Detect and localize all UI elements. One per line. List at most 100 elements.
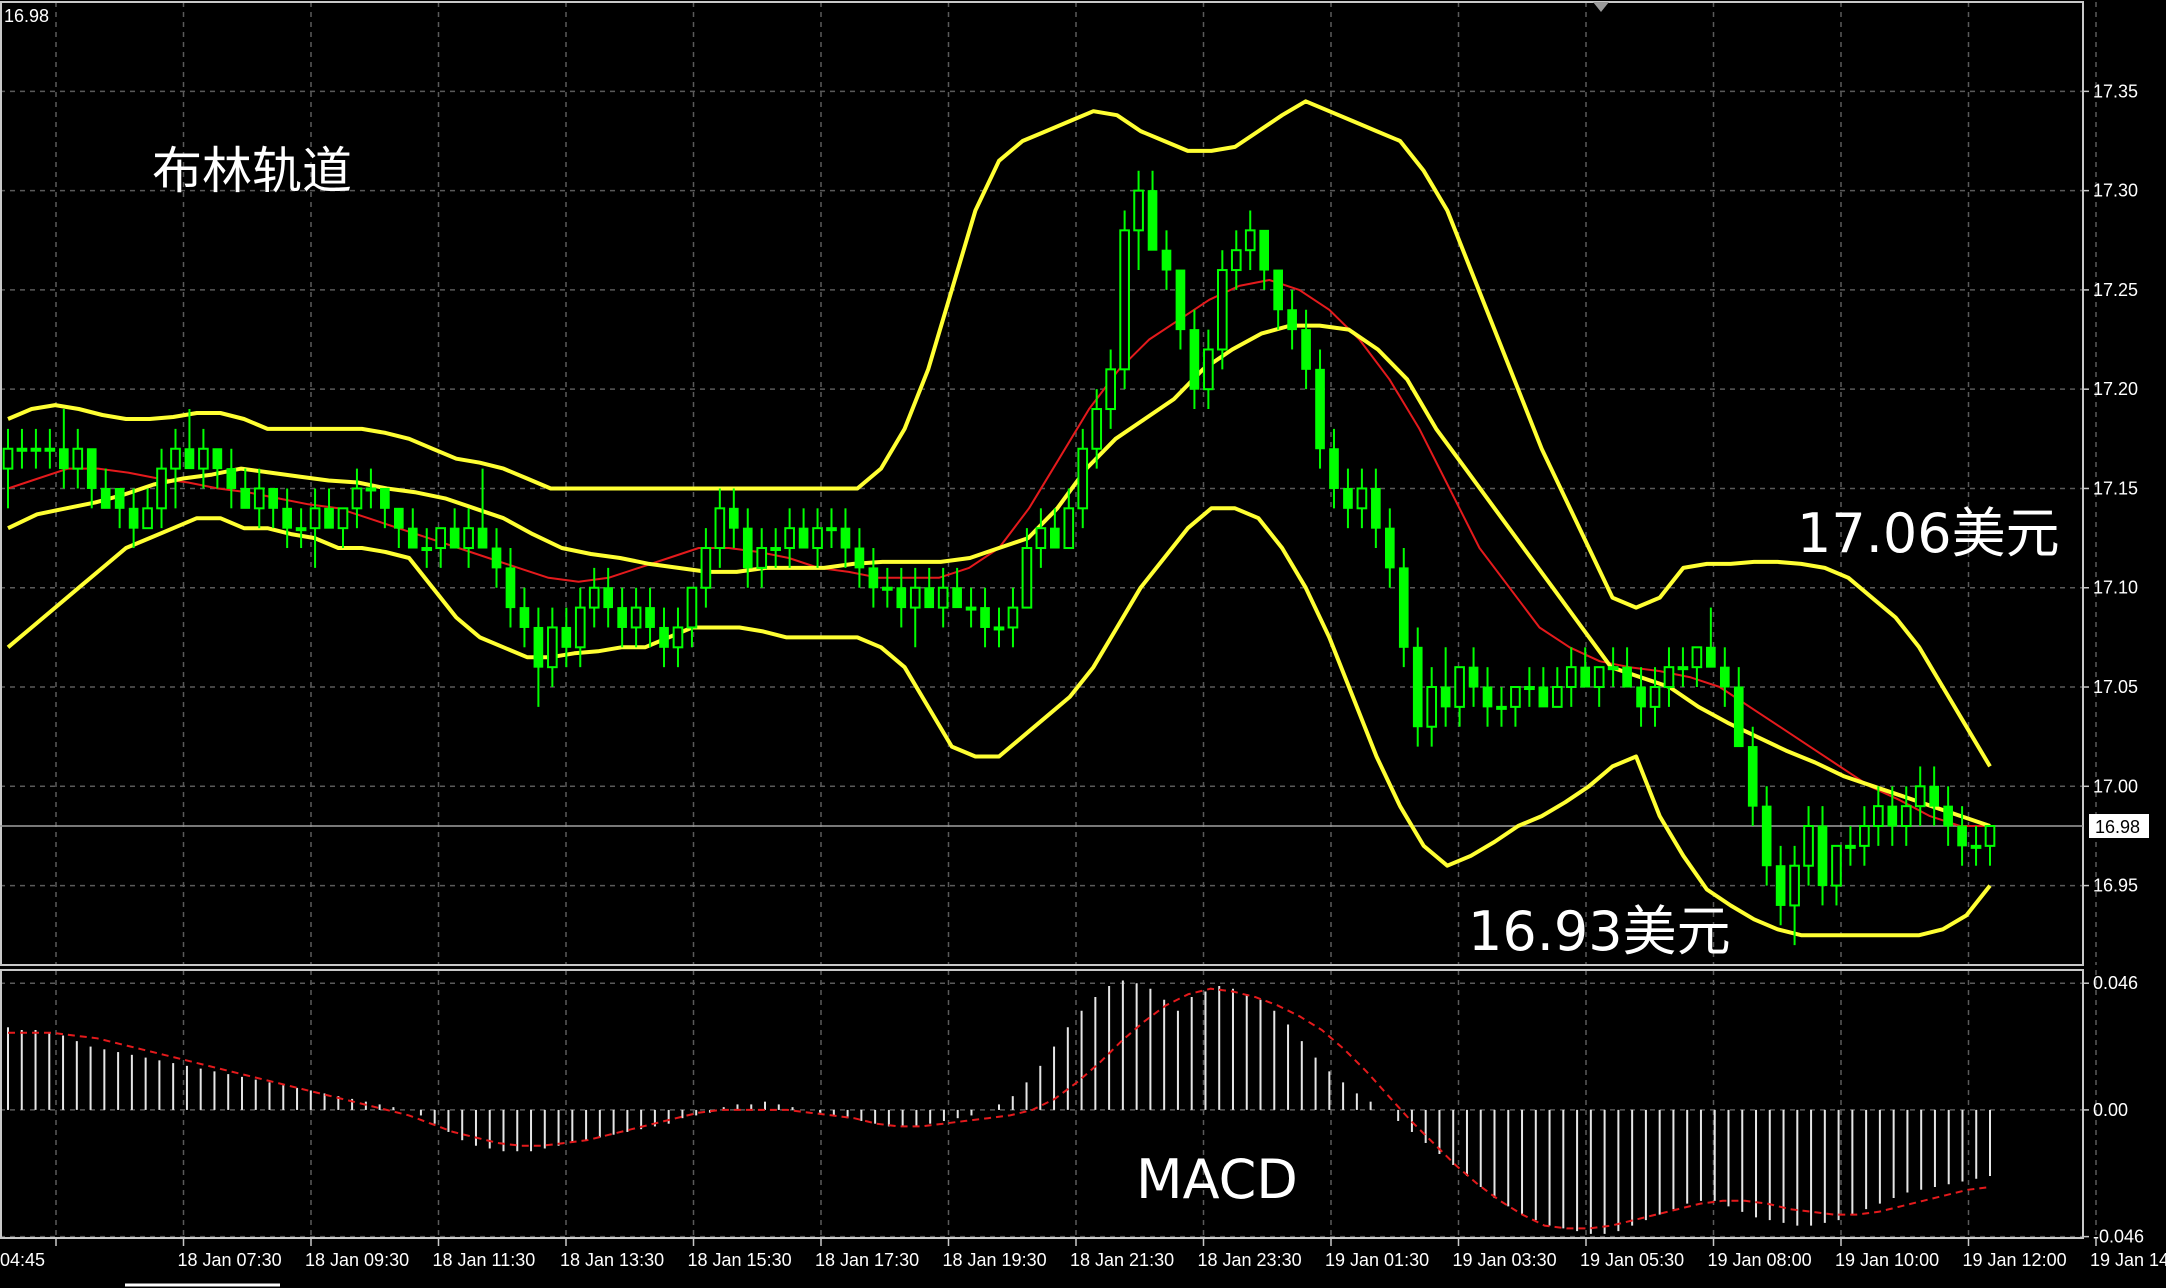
candle-body-bear — [1329, 448, 1339, 489]
candle-body-bear — [1440, 686, 1451, 708]
candle-body-bull — [1900, 805, 1912, 828]
y-tick-label: 17.00 — [2093, 776, 2138, 796]
x-tick-label: 18 Jan 17:30 — [815, 1250, 919, 1270]
current-price-badge-label: 16.98 — [2095, 817, 2140, 837]
candle-body-bull — [1607, 666, 1619, 671]
candle-body-bear — [561, 626, 572, 648]
y-tick-label: 17.15 — [2093, 478, 2138, 498]
candle-body-bull — [1845, 844, 1856, 849]
candle-body-bear — [226, 468, 237, 489]
candle-body-bear — [407, 527, 418, 549]
candle-body-bull — [1203, 348, 1214, 391]
candle-body-bear — [896, 587, 907, 609]
candle-body-bear — [1622, 666, 1632, 688]
candle-body-bull — [337, 507, 349, 530]
x-tick-label: 19 Jan 03:30 — [1453, 1250, 1557, 1270]
candle-body-bull — [365, 487, 377, 492]
y-tick-label: 17.25 — [2093, 280, 2138, 300]
candle-body-bear — [798, 527, 809, 549]
candle-body-bull — [1984, 825, 1996, 847]
candle-body-bear — [1343, 487, 1353, 509]
y-tick-label: 16.95 — [2093, 876, 2138, 896]
candle-body-bull — [463, 527, 474, 550]
x-tick-label: 18 Jan 15:30 — [688, 1250, 792, 1270]
candle-body-bull — [309, 507, 321, 530]
candle-body-bull — [1230, 249, 1242, 272]
macd-y-tick-label: -0.046 — [2093, 1227, 2144, 1247]
macd-y-tick-label: 0.00 — [2093, 1100, 2128, 1120]
candle-body-bear — [1301, 329, 1311, 370]
candle-body-bull — [1551, 686, 1563, 708]
candle-body-bear — [1175, 269, 1186, 331]
candle-body-bear — [1929, 785, 1939, 807]
candle-body-bear — [533, 626, 544, 668]
candle-body-bear — [1943, 805, 1953, 827]
candle-body-bull — [826, 527, 837, 532]
candle-body-bear — [840, 527, 851, 549]
candle-body-bear — [86, 448, 97, 489]
candle-body-bear — [449, 527, 460, 549]
candle-body-bull — [44, 447, 56, 452]
x-tick-label: 04:45 — [0, 1250, 45, 1270]
candle-body-bull — [1970, 844, 1982, 849]
candle-body-bull — [686, 586, 698, 629]
x-tick-label: 18 Jan 21:30 — [1070, 1250, 1174, 1270]
x-tick-label: 19 Jan 01:30 — [1325, 1250, 1429, 1270]
candle-body-bull — [1063, 507, 1075, 550]
candle-body-bull — [1510, 686, 1521, 708]
candle-body-bull — [1105, 368, 1116, 411]
candle-body-bear — [1957, 825, 1967, 847]
candle-body-bear — [1887, 805, 1898, 827]
candle-body-bear — [980, 607, 990, 628]
candle-body-bull — [965, 606, 977, 611]
candle-body-bear — [519, 607, 530, 628]
candle-body-bull — [700, 547, 712, 589]
bollinger-macd-chart: 17.35 17.30 17.25 17.20 17.15 17.10 17.05 17.00… — [0, 0, 2166, 1288]
x-tick-label: 18 Jan 19:30 — [943, 1250, 1047, 1270]
chart-root: 17.35 17.30 17.25 17.20 17.15 17.10 17.05 17.00… — [0, 0, 2166, 1288]
candle-body-bear — [100, 487, 111, 509]
candle-body-bear — [1706, 646, 1716, 668]
candle-body-bear — [1398, 567, 1409, 648]
candle-body-bull — [1496, 705, 1507, 710]
candle-body-bull — [2, 447, 14, 470]
candle-body-bear — [114, 487, 125, 509]
candle-body-bull — [142, 507, 153, 530]
annotation-upper-price: 17.06美元 — [1797, 502, 2060, 565]
y-tick-label: 17.05 — [2093, 677, 2138, 697]
macd-y-tick-label: 0.046 — [2093, 973, 2138, 993]
candle-body-bull — [714, 507, 726, 550]
candle-body-bull — [1663, 666, 1675, 689]
candle-body-bear — [1733, 686, 1744, 748]
candle-body-bull — [574, 606, 586, 649]
candle-body-bear — [240, 487, 251, 509]
candle-body-bull — [937, 586, 949, 609]
candle-body-bear — [728, 507, 739, 529]
candle-body-bear — [1161, 249, 1172, 271]
candle-body-bear — [868, 567, 879, 589]
candle-body-bull — [1007, 606, 1019, 629]
candle-body-bull — [1426, 686, 1438, 728]
candle-body-bull — [547, 626, 558, 669]
x-tick-label: 18 Jan 13:30 — [560, 1250, 664, 1270]
macd-title: MACD — [1136, 1148, 1298, 1211]
top-left-label: 16.98 — [4, 6, 49, 26]
candle-body-bear — [505, 567, 516, 609]
candle-body-bull — [1873, 805, 1884, 828]
candle-body-bull — [1133, 189, 1144, 232]
candle-body-bull — [1119, 229, 1130, 371]
candle-body-bull — [421, 547, 433, 552]
candle-body-bull — [756, 547, 768, 569]
candle-body-bear — [1412, 646, 1423, 728]
candle-body-bear — [645, 607, 655, 628]
x-tick-label: 19 Jan 05:30 — [1580, 1250, 1684, 1270]
candle-body-bear — [742, 527, 753, 569]
candle-body-bull — [630, 606, 642, 629]
candle-body-bear — [1636, 686, 1646, 708]
candle-body-bull — [72, 447, 84, 470]
candle-body-bear — [952, 587, 962, 609]
x-tick-label: 18 Jan 11:30 — [433, 1250, 536, 1270]
candle-body-bear — [393, 507, 404, 529]
candle-body-bull — [1691, 646, 1703, 669]
candle-body-bear — [282, 507, 292, 529]
